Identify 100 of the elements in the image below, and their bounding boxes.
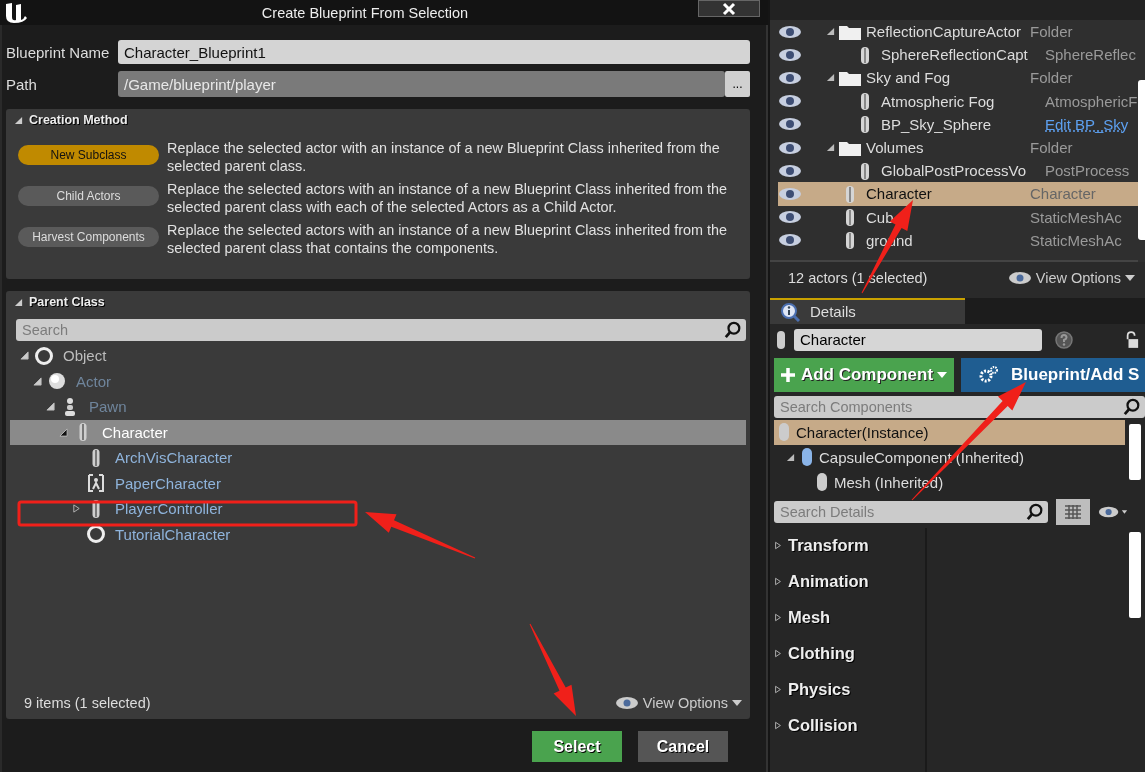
visibility-eye-icon[interactable] — [778, 70, 802, 85]
search-icon — [1123, 397, 1141, 416]
gears-icon — [979, 364, 999, 385]
expand-arrow-icon[interactable] — [14, 115, 23, 125]
class-tree-item[interactable]: ArchVisCharacter — [10, 445, 746, 471]
expand-arrow-icon[interactable] — [20, 351, 29, 361]
section-title: Creation Method — [29, 113, 128, 127]
visibility-eye-icon[interactable] — [778, 233, 802, 248]
help-icon[interactable] — [1054, 329, 1074, 350]
category-header[interactable]: Physics — [770, 671, 925, 708]
outliner-row[interactable]: BP_Sky_Sphere Edit BP_Sky — [778, 112, 1138, 136]
actor-name-field[interactable]: Character — [794, 328, 1042, 351]
option-description: Replace the selected actor with an instance of a new Blueprint Class inherited from the selected parent class. — [167, 139, 721, 175]
category-header[interactable]: Clothing — [770, 635, 925, 672]
component-icon — [816, 472, 828, 493]
grid-view-button[interactable] — [1056, 498, 1090, 525]
creation-option[interactable]: New Subclass — [18, 145, 159, 165]
view-options-button[interactable]: View Options — [1007, 269, 1135, 286]
expand-arrow-icon[interactable] — [72, 504, 81, 514]
visibility-eye-icon[interactable] — [778, 24, 802, 39]
field-label: Path — [6, 75, 38, 93]
browse-button[interactable]: ... — [725, 71, 750, 97]
actor-icon — [776, 329, 786, 350]
item-count: 9 items (1 selected) — [24, 695, 151, 711]
paper-figure-icon — [86, 473, 106, 494]
category-header[interactable]: Animation — [770, 563, 925, 600]
outliner-row[interactable]: Volumes Folder — [778, 135, 1138, 160]
option-description: Replace the selected actors with an instance of a new Blueprint Class inherited from the selected parent class that contains the components. — [167, 221, 728, 257]
expand-arrow-icon[interactable] — [14, 297, 23, 307]
expand-arrow-icon — [774, 577, 782, 587]
actor-count: 12 actors (1 selected) — [788, 269, 928, 286]
visibility-eye-icon[interactable] — [778, 140, 802, 155]
visibility-eye-icon[interactable] — [778, 94, 802, 109]
details-tab[interactable]: Details — [770, 297, 965, 324]
class-tree-item[interactable]: PaperCharacter — [10, 470, 746, 496]
eye-icon — [614, 696, 639, 710]
path-field[interactable]: /Game/blueprint/player — [118, 71, 725, 97]
outliner-row[interactable]: Cub StaticMeshAc — [778, 205, 1138, 229]
creation-option[interactable]: Harvest Components — [18, 227, 159, 247]
search-icon — [1026, 502, 1044, 521]
expand-arrow-icon[interactable] — [33, 376, 42, 386]
eye-icon — [1007, 270, 1032, 285]
close-button[interactable] — [698, 0, 760, 17]
info-magnifier-icon — [780, 301, 800, 322]
ring-icon — [34, 345, 54, 366]
outliner-row[interactable]: SphereReflectionCapt SphereReflec — [778, 43, 1138, 67]
expand-arrow-icon — [774, 649, 782, 659]
cancel-button[interactable]: Cancel — [638, 731, 728, 762]
expand-arrow-icon[interactable] — [46, 402, 55, 412]
visibility-eye-icon[interactable] — [778, 186, 802, 201]
close-icon — [722, 1, 736, 16]
blueprint-button[interactable]: Blueprint/Add S — [961, 357, 1145, 392]
outliner-row[interactable]: ReflectionCaptureActor Folder — [778, 20, 1138, 44]
lock-icon[interactable] — [1125, 330, 1139, 349]
expand-arrow-icon[interactable] — [786, 452, 795, 462]
section-title: Parent Class — [29, 295, 105, 309]
category-header[interactable]: Transform — [770, 527, 925, 564]
outliner-row[interactable]: Atmospheric Fog AtmosphericF — [778, 89, 1138, 113]
field-label: Blueprint Name — [6, 43, 111, 61]
outliner-row[interactable]: Sky and Fog Folder — [778, 66, 1138, 90]
creation-option[interactable]: Child Actors — [18, 186, 159, 206]
visibility-eye-icon[interactable] — [1098, 504, 1128, 519]
grid-icon — [1065, 504, 1081, 519]
scrollbar-thumb[interactable] — [1129, 531, 1141, 618]
scrollbar-thumb[interactable] — [1129, 423, 1141, 480]
component-row[interactable]: CapsuleComponent (Inherited) — [774, 444, 1125, 470]
class-tree-item[interactable]: Object — [10, 343, 746, 369]
component-icon — [801, 447, 813, 468]
blueprint-name-field[interactable]: Character_Blueprint1 — [118, 40, 750, 64]
expand-arrow-icon[interactable] — [826, 73, 835, 83]
expand-arrow-icon[interactable] — [826, 143, 835, 153]
expand-arrow-icon — [774, 613, 782, 623]
visibility-eye-icon[interactable] — [778, 47, 802, 62]
search-field[interactable]: Search Components — [774, 395, 1145, 418]
outliner-row[interactable]: GlobalPostProcessVo PostProcess — [778, 159, 1138, 183]
caret-icon — [732, 700, 742, 706]
class-tree-item[interactable]: PlayerController — [10, 496, 746, 522]
expand-arrow-icon — [774, 721, 782, 731]
sphere-icon — [47, 371, 67, 392]
dialog-title: Create Blueprint From Selection — [260, 4, 470, 21]
search-field[interactable]: Search Details — [774, 500, 1048, 523]
option-description: Replace the selected actors with an instance of a new Blueprint Class inherited from the selected parent class with each of the selected Actors as a Child Actor. — [167, 180, 728, 216]
expand-arrow-icon[interactable] — [59, 427, 68, 437]
search-field[interactable]: Search — [16, 319, 746, 341]
ring-icon — [86, 524, 106, 545]
component-row[interactable]: Character(Instance) — [774, 419, 1125, 445]
expand-arrow-icon[interactable] — [826, 27, 835, 37]
visibility-eye-icon[interactable] — [778, 163, 802, 178]
view-options-button[interactable]: View Options — [614, 695, 742, 711]
visibility-eye-icon[interactable] — [778, 117, 802, 132]
outliner-row[interactable]: Character Character — [778, 182, 1138, 206]
visibility-eye-icon[interactable] — [778, 210, 802, 225]
edit-link[interactable]: Edit BP_Sky — [1045, 115, 1129, 133]
class-tree-item[interactable]: TutorialCharacter — [10, 521, 746, 547]
category-header[interactable]: Collision — [770, 707, 925, 744]
category-header[interactable]: Mesh — [770, 599, 925, 636]
caret-icon — [937, 371, 948, 378]
search-icon — [724, 321, 742, 339]
component-icon — [778, 422, 790, 443]
expand-arrow-icon — [774, 541, 782, 551]
